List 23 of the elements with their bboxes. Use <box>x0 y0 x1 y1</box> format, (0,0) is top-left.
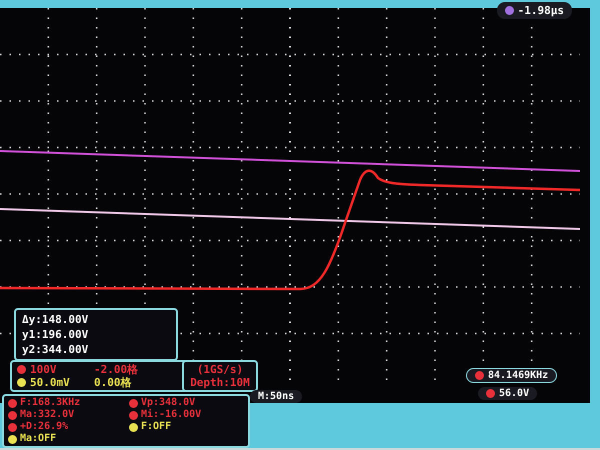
trigger-position-readout: -1.98μs <box>496 2 572 19</box>
measurement-text: +D:26.9% <box>20 421 68 433</box>
trigger-level-readout: 56.0V <box>478 387 538 400</box>
cursor-readout-text: y1:196.00V <box>22 328 90 341</box>
cursor-readout-text: Δy:148.00V <box>22 313 90 326</box>
channel-offset: 0.00格 <box>94 376 132 389</box>
measurement-text: Mi:-16.00V <box>141 409 202 421</box>
sample-rate-text: (1GS/s) <box>196 363 244 376</box>
channel-offset: -2.00格 <box>94 363 138 376</box>
memory-depth-text: Depth:10M <box>190 376 250 389</box>
cursor-readout-text: y2:344.00V <box>22 343 90 356</box>
measurement-text: Ma:332.0V <box>20 409 74 421</box>
channel-icon <box>475 371 484 380</box>
channel-scale: 100V <box>30 363 58 376</box>
frequency-counter-readout: 84.1469KHz <box>466 368 558 383</box>
trigger-icon <box>486 389 495 398</box>
measurement-text: F:168.3KHz <box>20 397 80 409</box>
measurement-text: F:OFF <box>141 421 172 433</box>
timebase-readout: M:50ns <box>250 390 302 403</box>
measurement-text: Vp:348.0V <box>141 397 196 408</box>
measurement-text: Ma:OFF <box>20 433 56 445</box>
channel-scale: 50.0mV <box>30 376 71 389</box>
marker-icon <box>504 6 514 15</box>
